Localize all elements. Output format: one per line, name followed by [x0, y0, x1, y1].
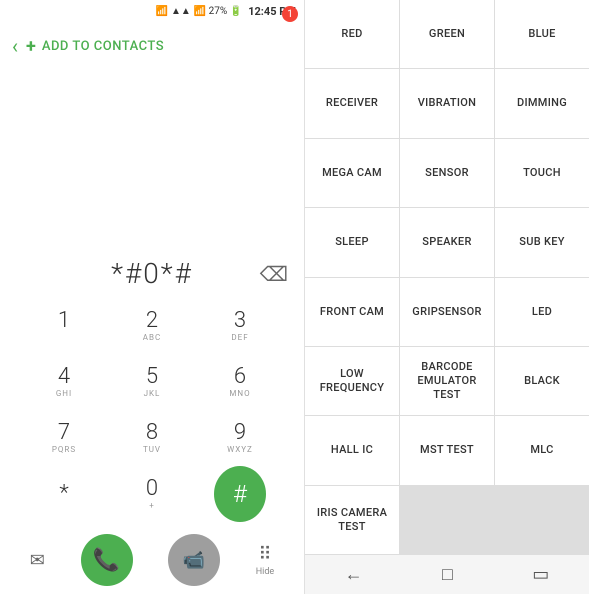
video-icon: 📹: [183, 550, 205, 571]
hide-button[interactable]: ⠿ Hide: [256, 544, 274, 577]
call-icon: 📞: [93, 548, 120, 573]
nav-recent-icon[interactable]: ▭: [532, 564, 549, 585]
menu-cell-touch[interactable]: TOUCH: [495, 139, 589, 207]
menu-cell-mega-cam[interactable]: MEGA CAM: [305, 139, 399, 207]
menu-cell-sub-key[interactable]: SUB KEY: [495, 208, 589, 276]
menu-cell-black[interactable]: BLACK: [495, 347, 589, 415]
menu-cell-vibration[interactable]: VIBRATION: [400, 69, 494, 137]
menu-cell-receiver[interactable]: RECEIVER: [305, 69, 399, 137]
key-4[interactable]: 4 GHI: [20, 354, 108, 410]
nav-back-icon[interactable]: ←: [345, 564, 363, 585]
key-star[interactable]: *: [20, 466, 108, 522]
menu-cell-speaker[interactable]: SPEAKER: [400, 208, 494, 276]
hide-label: Hide: [256, 567, 274, 577]
nav-home-icon[interactable]: □: [442, 564, 453, 585]
menu-cell-blue[interactable]: BLUE: [495, 0, 589, 68]
top-bar: ‹ + ADD TO CONTACTS: [0, 22, 304, 70]
backspace-button[interactable]: ⌫: [260, 262, 288, 286]
dial-number-text: *#0*#: [111, 257, 193, 290]
menu-cell-barcode-emulator-test[interactable]: BARCODE EMULATOR TEST: [400, 347, 494, 415]
back-button[interactable]: ‹: [12, 34, 18, 58]
menu-cell-front-cam[interactable]: FRONT CAM: [305, 278, 399, 346]
key-1[interactable]: 1: [20, 298, 108, 354]
menu-cell-green[interactable]: GREEN: [400, 0, 494, 68]
key-7[interactable]: 7 PQRS: [20, 410, 108, 466]
menu-grid: REDGREENBLUE RECEIVERVIBRATIONDIMMING MEGA…: [305, 0, 589, 554]
key-2[interactable]: 2 ABC: [108, 298, 196, 354]
action-bar: ✉ 📞 📹 ⠿ Hide: [0, 530, 304, 594]
key-5[interactable]: 5 JKL: [108, 354, 196, 410]
menu-cell-sensor[interactable]: SENSOR: [400, 139, 494, 207]
message-icon: ✉: [30, 550, 45, 571]
key-0[interactable]: 0 +: [108, 466, 196, 522]
call-button[interactable]: 📞: [81, 534, 133, 586]
status-bar: 📶 ▲▲ 📶 27% 🔋 12:45 PM: [0, 0, 304, 22]
menu-cell-hall-ic[interactable]: HALL IC: [305, 416, 399, 484]
menu-panel: REDGREENBLUE RECEIVERVIBRATIONDIMMING MEGA…: [305, 0, 589, 594]
dial-number-row: *#0*# ⌫: [16, 249, 288, 298]
hide-icon: ⠿: [258, 544, 271, 565]
menu-cell-mst-test[interactable]: MST TEST: [400, 416, 494, 484]
status-icons: 📶 ▲▲ 📶 27% 🔋: [156, 6, 243, 17]
dialer-display: *#0*# ⌫ 1 2 ABC 3 DEF 4 GHI: [0, 70, 304, 530]
video-button[interactable]: 📹: [168, 534, 220, 586]
nav-bar: ← □ ▭: [305, 554, 589, 594]
menu-cell-mlc[interactable]: MLC: [495, 416, 589, 484]
menu-cell-led[interactable]: LED: [495, 278, 589, 346]
notification-badge: 1: [282, 6, 298, 22]
menu-cell-red[interactable]: RED: [305, 0, 399, 68]
sim-icon: 📶: [156, 6, 168, 17]
menu-cell-dimming[interactable]: DIMMING: [495, 69, 589, 137]
menu-cell-sleep[interactable]: SLEEP: [305, 208, 399, 276]
menu-cell-gripsensor[interactable]: GRIPSENSOR: [400, 278, 494, 346]
menu-cell-iris-camera-test[interactable]: IRIS CAMERA TEST: [305, 486, 399, 554]
signal-icon: ▲▲: [171, 6, 191, 17]
key-9[interactable]: 9 WXYZ: [196, 410, 284, 466]
add-icon: +: [26, 36, 36, 57]
key-8[interactable]: 8 TUV: [108, 410, 196, 466]
key-3[interactable]: 3 DEF: [196, 298, 284, 354]
battery-percent: 📶 27% 🔋: [194, 6, 242, 17]
add-contacts-label: ADD TO CONTACTS: [42, 39, 164, 54]
menu-cell-low-frequency[interactable]: LOW FREQUENCY: [305, 347, 399, 415]
key-6[interactable]: 6 MNO: [196, 354, 284, 410]
dialer-panel: 📶 ▲▲ 📶 27% 🔋 12:45 PM 1 ‹ + ADD TO CONTA…: [0, 0, 305, 594]
message-button[interactable]: ✉: [30, 550, 45, 571]
key-hash[interactable]: #: [214, 466, 266, 522]
keypad: 1 2 ABC 3 DEF 4 GHI 5 JKL 6 MNO: [16, 298, 288, 522]
add-to-contacts-button[interactable]: + ADD TO CONTACTS: [26, 36, 164, 57]
